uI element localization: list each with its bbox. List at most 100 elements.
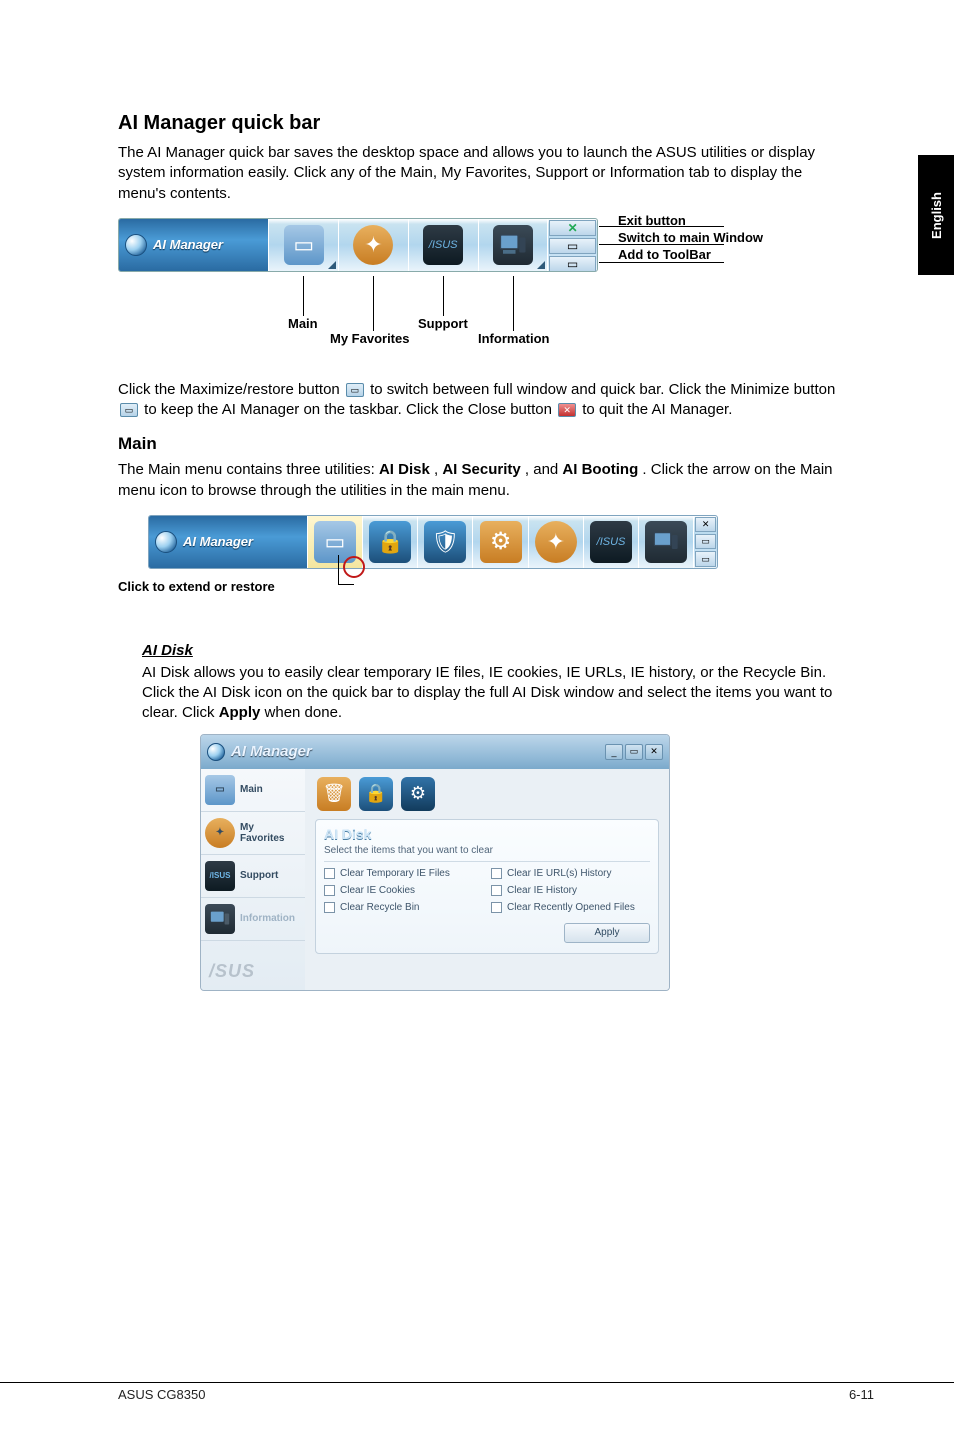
- ai-disk-window-figure: AI Manager _ ▭ ✕ ▭ Main: [200, 734, 670, 991]
- close-icon: ✕: [558, 403, 576, 417]
- annotation-switch: Switch to main Window: [618, 230, 763, 247]
- eye-icon: [207, 743, 225, 761]
- check-label: Clear IE History: [507, 885, 577, 896]
- sidebar-item-information[interactable]: Information: [201, 898, 305, 941]
- quickbar-brand: AI Manager: [119, 219, 268, 271]
- page-footer: ASUS CG8350 6-11: [0, 1382, 954, 1402]
- text: The Main menu contains three utilities:: [118, 461, 379, 478]
- expanded-strip: AI Manager ▭ 🔒 🛡 ⚙ ✦ /ISUS ✕ ▭ ▭: [148, 515, 718, 569]
- favorites-icon: ✦: [205, 818, 235, 848]
- eye-icon: [125, 234, 147, 256]
- restore-button-icon[interactable]: ▭: [695, 534, 716, 549]
- quickbar-bottom-labels: Main My Favorites Support Information: [118, 276, 598, 356]
- restore-button[interactable]: ▭: [625, 744, 643, 760]
- check-recycle-bin[interactable]: Clear Recycle Bin: [324, 902, 483, 913]
- exp-slot-info[interactable]: [638, 516, 693, 568]
- ai-disk-util-icon[interactable]: 🗑: [317, 777, 351, 811]
- footer-right: 6-11: [849, 1383, 874, 1402]
- sidebar-label: Main: [240, 784, 263, 795]
- panel-title: AI Disk: [324, 826, 650, 842]
- minimize-button[interactable]: _: [605, 744, 623, 760]
- panel-subtitle: Select the items that you want to clear: [324, 842, 650, 862]
- text: to switch between full window and quick …: [370, 381, 835, 398]
- content-pane: 🗑 🔒 ⚙ AI Disk Select the items that you …: [305, 769, 669, 990]
- sidebar-label: My Favorites: [240, 822, 284, 844]
- minimize-button-icon[interactable]: ▭: [549, 256, 596, 272]
- checkbox-icon: [491, 885, 502, 896]
- computer-icon: [205, 904, 235, 934]
- bold-apply: Apply: [219, 704, 261, 721]
- sidebar-item-support[interactable]: /ISUS Support: [201, 855, 305, 898]
- exp-slot-fav[interactable]: ✦: [528, 516, 583, 568]
- annotation-line: [303, 276, 304, 316]
- dropdown-arrow-icon: [537, 261, 545, 269]
- quickbar-slot-favorites[interactable]: ✦: [338, 219, 408, 271]
- quickbar-slot-main[interactable]: ▭: [268, 219, 338, 271]
- close-button[interactable]: ✕: [645, 744, 663, 760]
- check-ie-cookies[interactable]: Clear IE Cookies: [324, 885, 483, 896]
- utility-icons: 🗑 🔒 ⚙: [315, 775, 659, 819]
- support-icon: /ISUS: [590, 521, 632, 563]
- window-title-text: AI Manager: [231, 743, 312, 760]
- annotation-line: [513, 276, 514, 331]
- check-ie-urls[interactable]: Clear IE URL(s) History: [491, 868, 650, 879]
- check-ie-history[interactable]: Clear IE History: [491, 885, 650, 896]
- sidebar-item-favorites[interactable]: ✦ My Favorites: [201, 812, 305, 855]
- ai-disk-section: AI Disk AI Disk allows you to easily cle…: [118, 642, 838, 991]
- sidebar: ▭ Main ✦ My Favorites /ISUS Support: [201, 769, 305, 990]
- check-label: Clear Recently Opened Files: [507, 902, 635, 913]
- checkbox-icon: [324, 885, 335, 896]
- security-icon: 🔒: [369, 521, 411, 563]
- exit-button-icon[interactable]: ✕: [549, 220, 596, 236]
- main-heading: Main: [118, 434, 838, 454]
- window-controls: _ ▭ ✕: [605, 744, 663, 760]
- annotation-line: [443, 276, 444, 316]
- quickbar-slot-information[interactable]: [478, 219, 548, 271]
- ai-disk-heading: AI Disk: [142, 642, 838, 659]
- boot-icon: ⚙: [480, 521, 522, 563]
- bold-ai-disk: AI Disk: [379, 461, 430, 478]
- apply-button[interactable]: Apply: [564, 923, 650, 943]
- asus-logo: /SUS: [201, 941, 305, 990]
- maximize-restore-icon: ▭: [346, 383, 364, 397]
- footer-left: ASUS CG8350: [118, 1383, 205, 1402]
- exp-slot-support[interactable]: /ISUS: [583, 516, 638, 568]
- support-icon: /ISUS: [205, 861, 235, 891]
- language-tab: English: [918, 155, 954, 275]
- expanded-caption: Click to extend or restore: [148, 579, 838, 594]
- exp-slot-aisec[interactable]: 🔒: [362, 516, 417, 568]
- annotation-line: [373, 276, 374, 331]
- ai-security-util-icon[interactable]: 🔒: [359, 777, 393, 811]
- checkbox-icon: [324, 902, 335, 913]
- sidebar-item-main[interactable]: ▭ Main: [201, 769, 305, 812]
- quickbar-brand-text: AI Manager: [153, 237, 223, 252]
- checkbox-icon: [324, 868, 335, 879]
- expanded-bar-figure: AI Manager ▭ 🔒 🛡 ⚙ ✦ /ISUS ✕ ▭ ▭ Click t…: [148, 515, 838, 594]
- exp-slot-aisec2[interactable]: 🛡: [417, 516, 472, 568]
- check-temp-ie-files[interactable]: Clear Temporary IE Files: [324, 868, 483, 879]
- quickbar-figure: AI Manager ▭ ✦ /ISUS ✕ ▭ ▭: [118, 218, 838, 358]
- eye-icon: [155, 531, 177, 553]
- ai-disk-panel: AI Disk Select the items that you want t…: [315, 819, 659, 954]
- check-label: Clear Recycle Bin: [340, 902, 419, 913]
- exp-slot-aiboot[interactable]: ⚙: [472, 516, 527, 568]
- ai-booting-util-icon[interactable]: ⚙: [401, 777, 435, 811]
- restore-button-icon[interactable]: ▭: [549, 238, 596, 254]
- label-favorites: My Favorites: [330, 331, 409, 346]
- checkbox-icon: [491, 902, 502, 913]
- window-titlebar: AI Manager _ ▭ ✕: [201, 735, 669, 769]
- label-support: Support: [418, 316, 468, 331]
- check-recent-files[interactable]: Clear Recently Opened Files: [491, 902, 650, 913]
- bold-ai-security: AI Security: [442, 461, 520, 478]
- quickbar-slot-support[interactable]: /ISUS: [408, 219, 478, 271]
- minimize-button-icon[interactable]: ▭: [695, 551, 716, 566]
- quickbar-strip: AI Manager ▭ ✦ /ISUS ✕ ▭ ▭: [118, 218, 598, 272]
- support-icon: /ISUS: [423, 225, 463, 265]
- ai-disk-paragraph: AI Disk allows you to easily clear tempo…: [142, 663, 838, 724]
- expanded-brand-text: AI Manager: [183, 534, 253, 549]
- annotation-exit: Exit button: [618, 213, 763, 230]
- text: when done.: [265, 704, 343, 721]
- label-main: Main: [288, 316, 318, 331]
- exit-button-icon[interactable]: ✕: [695, 517, 716, 532]
- sidebar-label: Support: [240, 870, 278, 881]
